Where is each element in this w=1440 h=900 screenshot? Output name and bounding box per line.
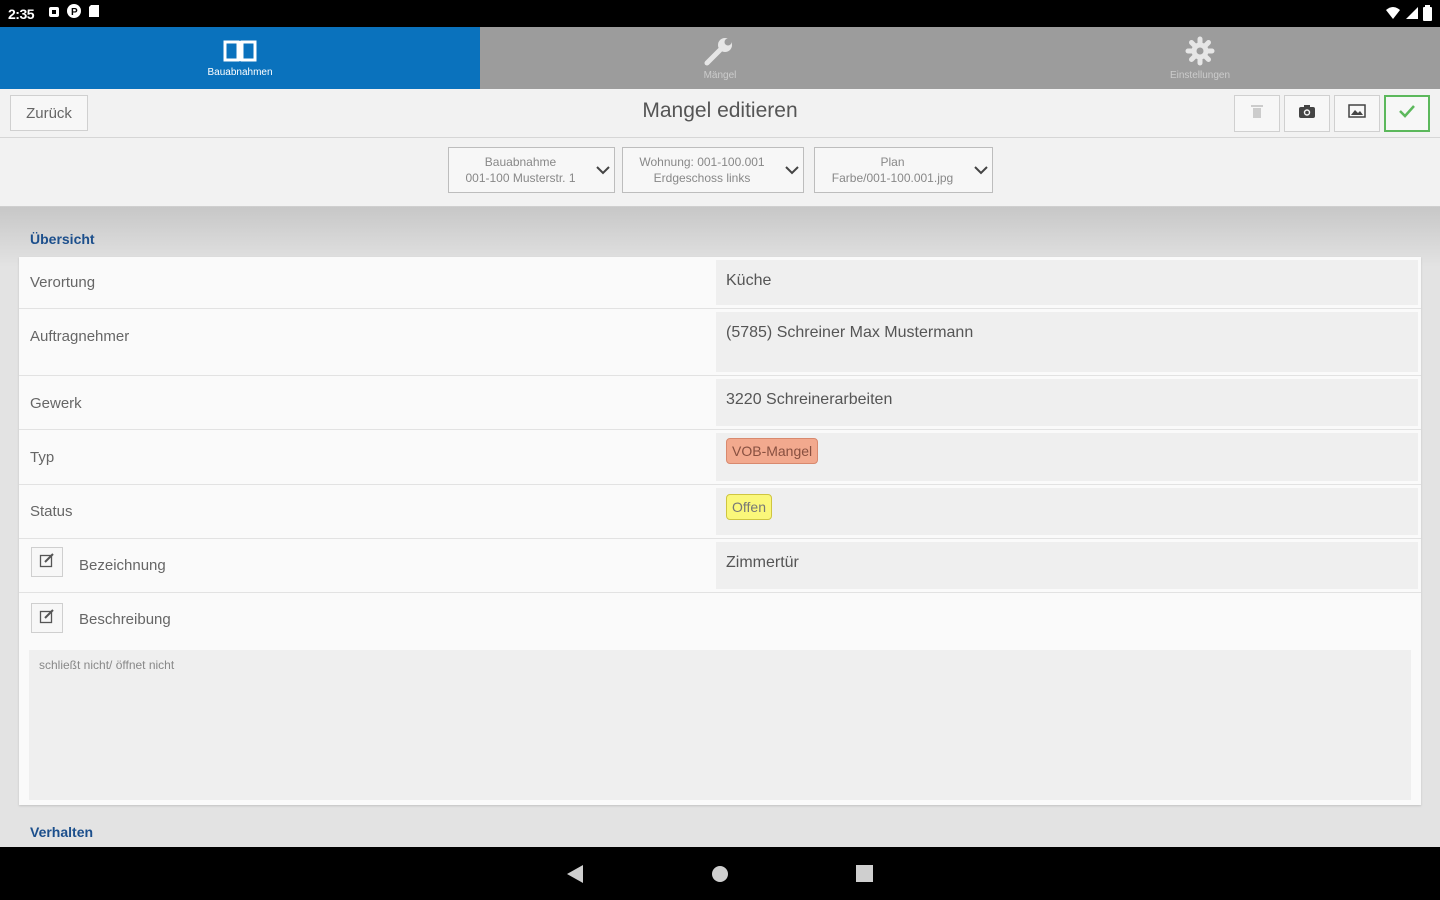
row-label: Typ	[30, 449, 55, 466]
home-nav-icon[interactable]	[711, 865, 729, 888]
plan-dropdown[interactable]: Plan Farbe/001-100.001.jpg	[814, 147, 993, 193]
row-gewerk[interactable]: Gewerk 3220 Schreinerarbeiten	[19, 376, 1421, 430]
notification-icon	[48, 5, 60, 23]
verortung-field[interactable]: Küche	[716, 260, 1418, 305]
typ-badge: VOB-Mangel	[726, 438, 819, 464]
dropdown-line: 001-100 Musterstr. 1	[465, 171, 576, 185]
row-label: Auftragnehmer	[30, 328, 130, 345]
edit-beschreibung-button[interactable]	[31, 603, 63, 633]
status-bar: 2:35 P	[0, 0, 1440, 27]
wifi-icon	[1385, 6, 1401, 25]
delete-button[interactable]	[1234, 95, 1280, 132]
beschreibung-textarea[interactable]: schließt nicht/ öffnet nicht	[29, 650, 1411, 800]
svg-text:P: P	[71, 7, 78, 18]
tab-bauabnahmen[interactable]: Bauabnahmen	[0, 27, 480, 89]
edit-icon	[39, 552, 55, 573]
row-label: Beschreibung	[79, 611, 171, 628]
wrench-icon	[703, 36, 737, 66]
gear-icon	[1185, 36, 1215, 66]
chevron-down-icon	[592, 165, 614, 175]
dropdown-text: Plan Farbe/001-100.001.jpg	[815, 154, 970, 186]
chevron-down-icon	[781, 165, 803, 175]
signal-icon	[1405, 6, 1419, 25]
tab-label: Mängel	[703, 69, 737, 81]
overview-card: Verortung Küche Auftragnehmer (5785) Sch…	[19, 257, 1421, 805]
status-field[interactable]: Offen	[716, 488, 1418, 535]
system-navbar	[0, 847, 1440, 900]
app-notification-icon: P	[66, 3, 82, 24]
bauabnahme-dropdown[interactable]: Bauabnahme 001-100 Musterstr. 1	[448, 147, 615, 193]
row-verortung[interactable]: Verortung Küche	[19, 257, 1421, 309]
save-button[interactable]	[1384, 95, 1430, 132]
tab-label: Einstellungen	[1169, 69, 1231, 81]
recents-nav-icon[interactable]	[856, 865, 873, 887]
row-value-text: Küche	[726, 272, 772, 289]
content-area: Übersicht Verortung Küche Auftragnehmer …	[0, 207, 1440, 847]
trash-icon	[1250, 103, 1264, 124]
row-label: Status	[30, 503, 73, 520]
toolbar: Zurück Mangel editieren	[0, 89, 1440, 138]
bezeichnung-field[interactable]: Zimmertür	[716, 542, 1418, 589]
row-value-text: (5785) Schreiner Max Mustermann	[726, 324, 974, 341]
back-nav-icon[interactable]	[566, 864, 584, 889]
tab-label: Bauabnahmen	[207, 66, 273, 78]
chevron-down-icon	[970, 165, 992, 175]
row-status[interactable]: Status Offen	[19, 485, 1421, 539]
row-value-text: 3220 Schreinerarbeiten	[726, 391, 893, 408]
row-auftragnehmer[interactable]: Auftragnehmer (5785) Schreiner Max Muste…	[19, 309, 1421, 376]
dropdown-line: Bauabnahme	[484, 155, 557, 169]
camera-icon	[1298, 104, 1316, 124]
dropdown-line: Plan	[880, 155, 905, 169]
status-badge: Offen	[726, 494, 772, 520]
edit-icon	[39, 608, 55, 629]
auftragnehmer-field[interactable]: (5785) Schreiner Max Mustermann	[716, 312, 1418, 372]
battery-icon	[1423, 5, 1432, 26]
camera-button[interactable]	[1284, 95, 1330, 132]
main-tabbar: Bauabnahmen Mängel Einstellungen	[0, 27, 1440, 89]
page-title: Mangel editieren	[642, 99, 798, 122]
row-typ[interactable]: Typ VOB-Mangel	[19, 430, 1421, 485]
row-label: Verortung	[30, 274, 96, 291]
tab-maengel[interactable]: Mängel	[480, 27, 960, 89]
dropdown-line: Wohnung: 001-100.001	[639, 155, 765, 169]
section-heading-verhalten: Verhalten	[30, 824, 94, 840]
dropdown-line: Erdgeschoss links	[653, 171, 751, 185]
checkmark-icon	[1398, 104, 1416, 123]
tab-einstellungen[interactable]: Einstellungen	[960, 27, 1440, 89]
dropdown-text: Wohnung: 001-100.001 Erdgeschoss links	[623, 154, 781, 186]
dropdown-text: Bauabnahme 001-100 Musterstr. 1	[449, 154, 592, 186]
row-label: Bezeichnung	[79, 557, 166, 574]
row-value-text: Zimmertür	[726, 554, 799, 571]
gewerk-field[interactable]: 3220 Schreinerarbeiten	[716, 379, 1418, 426]
row-bezeichnung[interactable]: Bezeichnung Zimmertür	[19, 539, 1421, 593]
dropdown-line: Farbe/001-100.001.jpg	[831, 171, 954, 185]
wohnung-dropdown[interactable]: Wohnung: 001-100.001 Erdgeschoss links	[622, 147, 804, 193]
sd-card-icon	[88, 4, 100, 23]
filter-bar: Bauabnahme 001-100 Musterstr. 1 Wohnung:…	[0, 138, 1440, 207]
gallery-button[interactable]	[1334, 95, 1380, 132]
typ-field[interactable]: VOB-Mangel	[716, 433, 1418, 481]
row-label: Gewerk	[30, 395, 82, 412]
book-icon	[223, 39, 257, 63]
image-icon	[1348, 104, 1366, 123]
edit-bezeichnung-button[interactable]	[31, 547, 63, 577]
section-heading-uebersicht: Übersicht	[30, 231, 95, 247]
status-time: 2:35	[8, 5, 35, 22]
